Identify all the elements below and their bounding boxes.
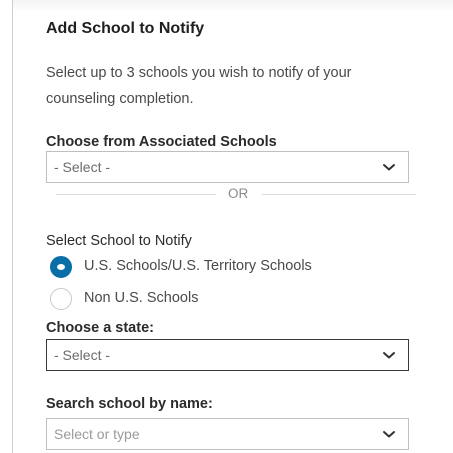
panel-title: Add School to Notify	[46, 20, 205, 37]
top-edge-shadow	[12, 0, 453, 12]
state-select[interactable]: - Select -	[46, 339, 409, 371]
radio-selected-icon[interactable]	[50, 256, 72, 278]
chevron-down-icon	[383, 431, 395, 438]
or-divider: OR	[56, 186, 428, 204]
state-label: Choose a state:	[46, 320, 154, 336]
associated-schools-label: Choose from Associated Schools	[46, 134, 277, 150]
left-edge-border	[12, 0, 13, 453]
notify-panel-frame: Add School to Notify Select up to 3 scho…	[0, 0, 453, 453]
or-divider-text: OR	[228, 186, 249, 201]
select-school-label: Select School to Notify	[46, 233, 192, 249]
search-school-input[interactable]: Select or type	[46, 418, 409, 450]
search-school-label: Search school by name:	[46, 396, 213, 412]
search-school-placeholder: Select or type	[54, 426, 140, 442]
associated-schools-value: - Select -	[54, 159, 111, 175]
chevron-down-icon	[383, 352, 395, 359]
radio-unselected-icon[interactable]	[50, 288, 72, 310]
or-divider-line-left	[56, 194, 216, 195]
panel-description: Select up to 3 schools you wish to notif…	[46, 65, 352, 107]
radio-us-schools-label[interactable]: U.S. Schools/U.S. Territory Schools	[84, 258, 312, 274]
state-value: - Select -	[54, 347, 111, 363]
associated-schools-select[interactable]: - Select -	[46, 151, 409, 183]
chevron-down-icon	[383, 164, 395, 171]
or-divider-line-right	[262, 194, 416, 195]
radio-non-us-schools-label[interactable]: Non U.S. Schools	[84, 290, 198, 306]
